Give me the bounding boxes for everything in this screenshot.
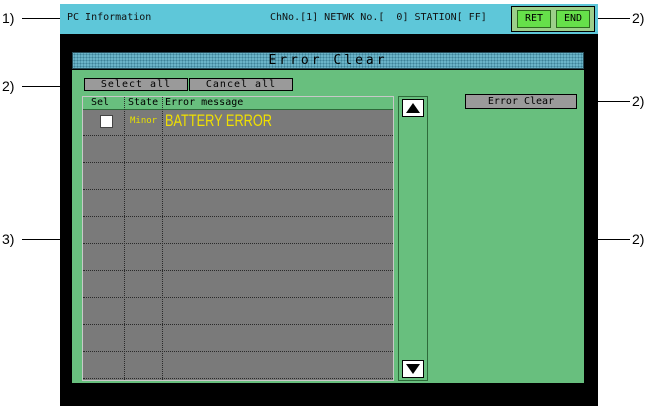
select-all-button[interactable]: Select all [84, 78, 188, 91]
window-title-bar: Error Clear [72, 52, 584, 69]
table-row[interactable] [83, 217, 393, 244]
station-info: ChNo.[1] NETWK No.[ 0] STATION[ FF] [270, 12, 487, 23]
table-row[interactable] [83, 244, 393, 271]
callout-1: 1) [2, 10, 15, 26]
callout-1-leader [22, 18, 60, 19]
table-scrollbar[interactable] [398, 96, 428, 381]
table-row[interactable] [83, 352, 393, 379]
table-row[interactable] [83, 298, 393, 325]
end-button[interactable]: END [556, 10, 590, 28]
row-select-checkbox[interactable] [100, 115, 113, 128]
table-row[interactable] [83, 325, 393, 352]
row-divider [83, 378, 393, 379]
screen-title: PC Information [67, 12, 152, 23]
table-row[interactable] [83, 271, 393, 298]
table-row[interactable] [83, 136, 393, 163]
error-clear-button[interactable]: Error Clear [465, 94, 577, 109]
table-row[interactable]: Minor BATTERY ERROR [83, 109, 393, 136]
error-clear-panel: Select all Cancel all Error Clear Sel St… [72, 70, 584, 383]
row-error-message: BATTERY ERROR [165, 111, 272, 130]
row-state: Minor [130, 116, 158, 126]
hmi-screen: PC Information ChNo.[1] NETWK No.[ 0] ST… [60, 4, 598, 406]
callout-2-select-buttons: 2) [2, 78, 15, 94]
column-header-state: State [128, 97, 159, 108]
cancel-all-button[interactable]: Cancel all [189, 78, 293, 91]
ret-button[interactable]: RET [517, 10, 551, 28]
column-header-message: Error message [165, 97, 244, 108]
table-row[interactable] [83, 163, 393, 190]
header-button-group: RET END [511, 6, 595, 32]
callout-2-header-leader [598, 18, 630, 19]
callout-3-table: 3) [2, 231, 15, 247]
triangle-down-icon [406, 364, 420, 374]
callout-2-header-buttons: 2) [632, 10, 645, 26]
callout-2-error-clear: 2) [632, 93, 645, 109]
window-title: Error Clear [268, 53, 388, 68]
column-header-sel: Sel [91, 97, 110, 108]
triangle-up-icon [406, 103, 420, 113]
scroll-down-button[interactable] [402, 360, 424, 378]
scroll-up-button[interactable] [402, 99, 424, 117]
header-bar: PC Information ChNo.[1] NETWK No.[ 0] ST… [60, 4, 598, 34]
error-table: Sel State Error message Minor BATTERY ERR… [82, 96, 394, 381]
callout-2-scrollbar: 2) [632, 231, 645, 247]
table-row[interactable] [83, 190, 393, 217]
